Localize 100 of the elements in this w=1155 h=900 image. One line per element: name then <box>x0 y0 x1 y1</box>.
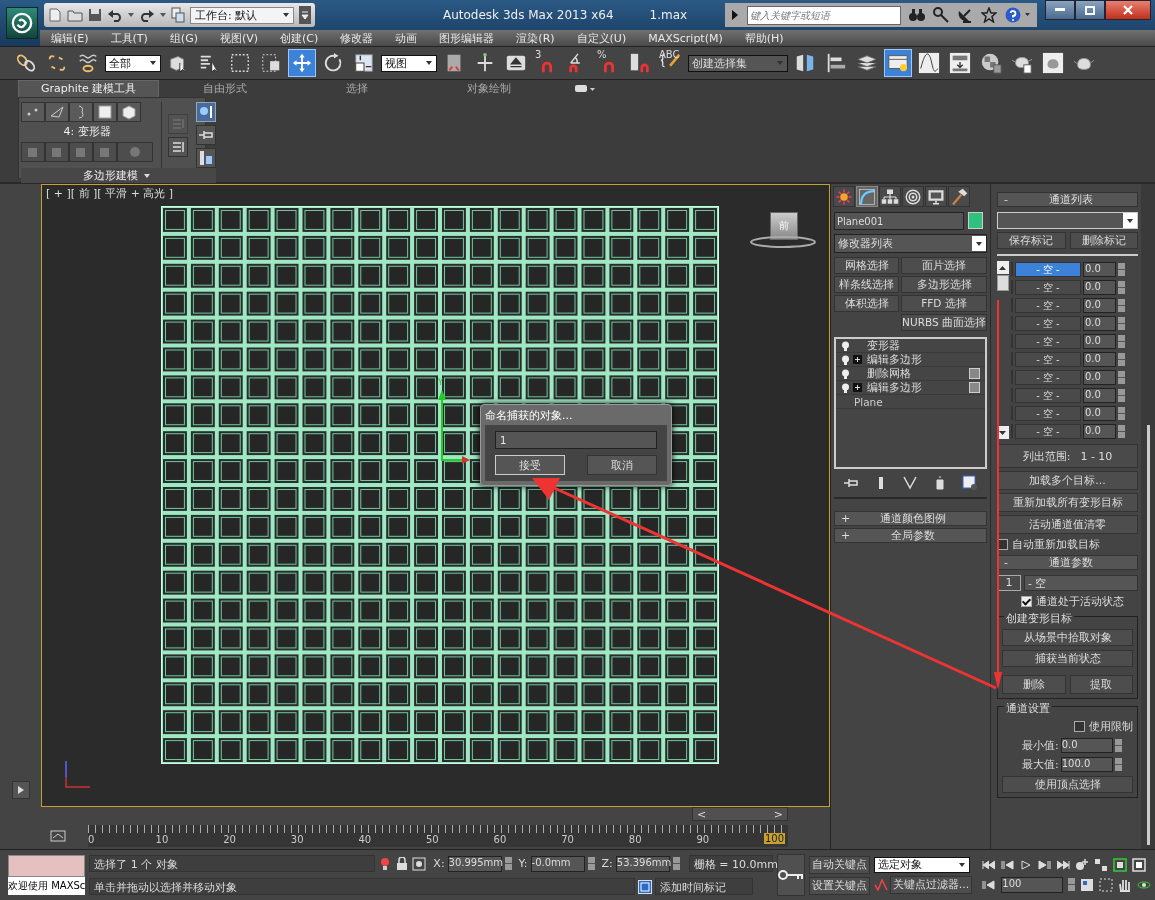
checkbox[interactable] <box>996 539 1008 550</box>
vertex-selection-button[interactable]: 使用顶点选择 <box>1001 776 1134 793</box>
spinner-icon[interactable] <box>1117 352 1125 366</box>
ribbon-tab[interactable]: 自由形式 <box>159 81 292 97</box>
caret-down-icon[interactable] <box>999 430 1007 435</box>
ribbon-tab[interactable]: 对象绘制 <box>423 81 556 97</box>
ribbon-tab[interactable]: Graphite 建模工具 <box>18 80 160 97</box>
checkbox[interactable] <box>1020 596 1032 607</box>
modifier-button[interactable]: 样条线选择 <box>833 276 900 293</box>
coordinate-field[interactable]: 30.995mm <box>447 855 502 872</box>
workspace-dropdown[interactable]: 工作台: 默认 <box>190 6 294 24</box>
trash-icon[interactable] <box>934 476 945 490</box>
delete-button[interactable]: 删除 <box>1001 675 1066 694</box>
next-arrow[interactable]: > <box>773 807 783 821</box>
toolbar-dropdown[interactable]: 视图 <box>381 54 437 72</box>
stack-item[interactable]: Plane <box>835 395 985 409</box>
undo-icon[interactable] <box>107 8 123 22</box>
channel-button[interactable]: - 空 - <box>1014 387 1081 403</box>
curve-icon[interactable] <box>873 878 888 891</box>
channel-button[interactable]: - 空 - <box>1014 351 1081 367</box>
channel-value-field[interactable]: 0.0 <box>1082 297 1116 313</box>
spinner-icon[interactable] <box>1117 424 1125 438</box>
spinner-icon[interactable] <box>1117 298 1125 312</box>
menu-item[interactable]: 帮助(H) <box>744 30 784 46</box>
coordinate-field[interactable]: -0.0mm <box>530 855 585 872</box>
light-bulb-icon[interactable] <box>840 354 850 365</box>
channel-value-field[interactable]: 0.0 <box>1082 315 1116 331</box>
scroll-up-button[interactable] <box>996 261 1009 274</box>
spinner-icon[interactable] <box>1114 739 1122 752</box>
spinner-icon[interactable] <box>1117 406 1125 420</box>
modifier-button[interactable]: 体积选择 <box>833 295 900 312</box>
caret-icon[interactable] <box>160 13 166 17</box>
spinner-icon[interactable] <box>504 857 512 870</box>
scene-explorer-icon[interactable] <box>884 49 912 77</box>
element-icon[interactable] <box>117 102 141 122</box>
polygon-icon[interactable] <box>93 102 117 122</box>
plus-icon[interactable] <box>853 356 861 363</box>
rollout-header[interactable]: - 通道参数 <box>996 555 1139 570</box>
pick-object-button[interactable]: 从场景中拾取对象 <box>1001 629 1134 646</box>
concentric-circles-icon[interactable] <box>901 186 924 207</box>
maximize-icon[interactable] <box>1085 5 1095 15</box>
border-icon[interactable] <box>69 102 93 122</box>
customize-caret-icon[interactable] <box>299 6 311 24</box>
region-zoom-icon[interactable] <box>1099 877 1114 892</box>
configure-sets-icon[interactable] <box>962 475 979 491</box>
marker-dropdown[interactable] <box>996 212 1139 229</box>
key-filters-button[interactable]: 关键点过滤器... <box>889 875 973 894</box>
channel-value-field[interactable]: 0.0 <box>1082 369 1116 385</box>
menu-item[interactable]: 创建(C) <box>280 30 319 46</box>
scrollbar-track[interactable] <box>1141 184 1155 849</box>
maxscript-listener-field[interactable]: 欢迎使用 MAXSc <box>8 877 86 895</box>
channel-name-field[interactable]: - 空 <box>1023 575 1139 591</box>
spinner-icon[interactable] <box>1117 370 1125 384</box>
spinner-icon[interactable] <box>672 857 680 870</box>
satellite-dish-icon[interactable] <box>957 7 973 23</box>
transform-mode-icon[interactable] <box>412 856 427 871</box>
marker-button[interactable]: 删除标记 <box>1069 232 1139 249</box>
maximize-button[interactable] <box>1075 0 1105 20</box>
marker-button[interactable]: 保存标记 <box>996 232 1066 249</box>
pin-icon[interactable] <box>196 125 216 145</box>
previous-arrow[interactable]: < <box>696 807 707 821</box>
viewport-label[interactable]: [ + ][ 前 ][ 平滑 + 高光 ] <box>46 186 174 201</box>
ribbon-tab[interactable]: 选择 <box>291 81 424 97</box>
add-time-tag-button[interactable]: 添加时间标记 <box>655 878 754 895</box>
time-configuration-icon[interactable] <box>1080 877 1095 892</box>
monitor-icon[interactable] <box>924 186 947 207</box>
rollout-header[interactable]: - 通道列表 <box>996 192 1139 207</box>
zoom-all-icon[interactable] <box>1094 857 1109 872</box>
sun-icon[interactable] <box>832 186 855 207</box>
move-icon[interactable] <box>288 49 316 77</box>
stack-item[interactable]: 编辑多边形 <box>835 353 985 367</box>
save-icon[interactable] <box>88 8 102 22</box>
modifier-button[interactable]: 多边形选择 <box>901 276 987 293</box>
channel-button[interactable]: - 空 - <box>1014 315 1081 331</box>
spinner-icon[interactable] <box>587 857 595 870</box>
minimum-field[interactable]: 0.0 <box>1060 738 1113 753</box>
accept-button[interactable]: 接受 <box>495 455 565 475</box>
light-bulb-icon[interactable] <box>840 382 850 393</box>
folder-icon[interactable] <box>67 8 83 22</box>
toggle-box[interactable] <box>968 382 980 393</box>
action-button[interactable]: 加载多个目标... <box>996 471 1139 490</box>
search-field[interactable]: 键入关键字或短语 <box>747 5 901 25</box>
minimize-button[interactable] <box>1045 0 1075 20</box>
cancel-button[interactable]: 取消 <box>587 455 657 475</box>
play-icon[interactable] <box>11 781 30 799</box>
spinner-icon[interactable] <box>1114 758 1122 771</box>
menu-item[interactable]: MAXScript(M) <box>648 31 723 45</box>
stack-item[interactable]: 变形器 <box>835 339 985 353</box>
ribbon-options-icon[interactable] <box>575 85 596 93</box>
close-button[interactable] <box>1105 0 1151 20</box>
next-frame-icon[interactable] <box>1037 859 1052 870</box>
modifier-button[interactable]: 面片选择 <box>901 257 987 274</box>
action-button[interactable]: 活动通道值清零 <box>996 515 1139 534</box>
show-result-icon[interactable] <box>196 102 216 122</box>
arc-curve-icon[interactable] <box>855 186 878 207</box>
frame-selected-icon[interactable] <box>1113 857 1128 872</box>
previous-frame-icon[interactable] <box>1001 859 1016 870</box>
viewport[interactable]: [ + ][ 前 ][ 平滑 + 高光 ] Y 前 命名捕获的对象... 1 接受 取消 <box>41 184 830 807</box>
coordinate-field[interactable]: 53.396mm <box>615 855 670 872</box>
channel-button[interactable]: - 空 - <box>1014 369 1081 385</box>
